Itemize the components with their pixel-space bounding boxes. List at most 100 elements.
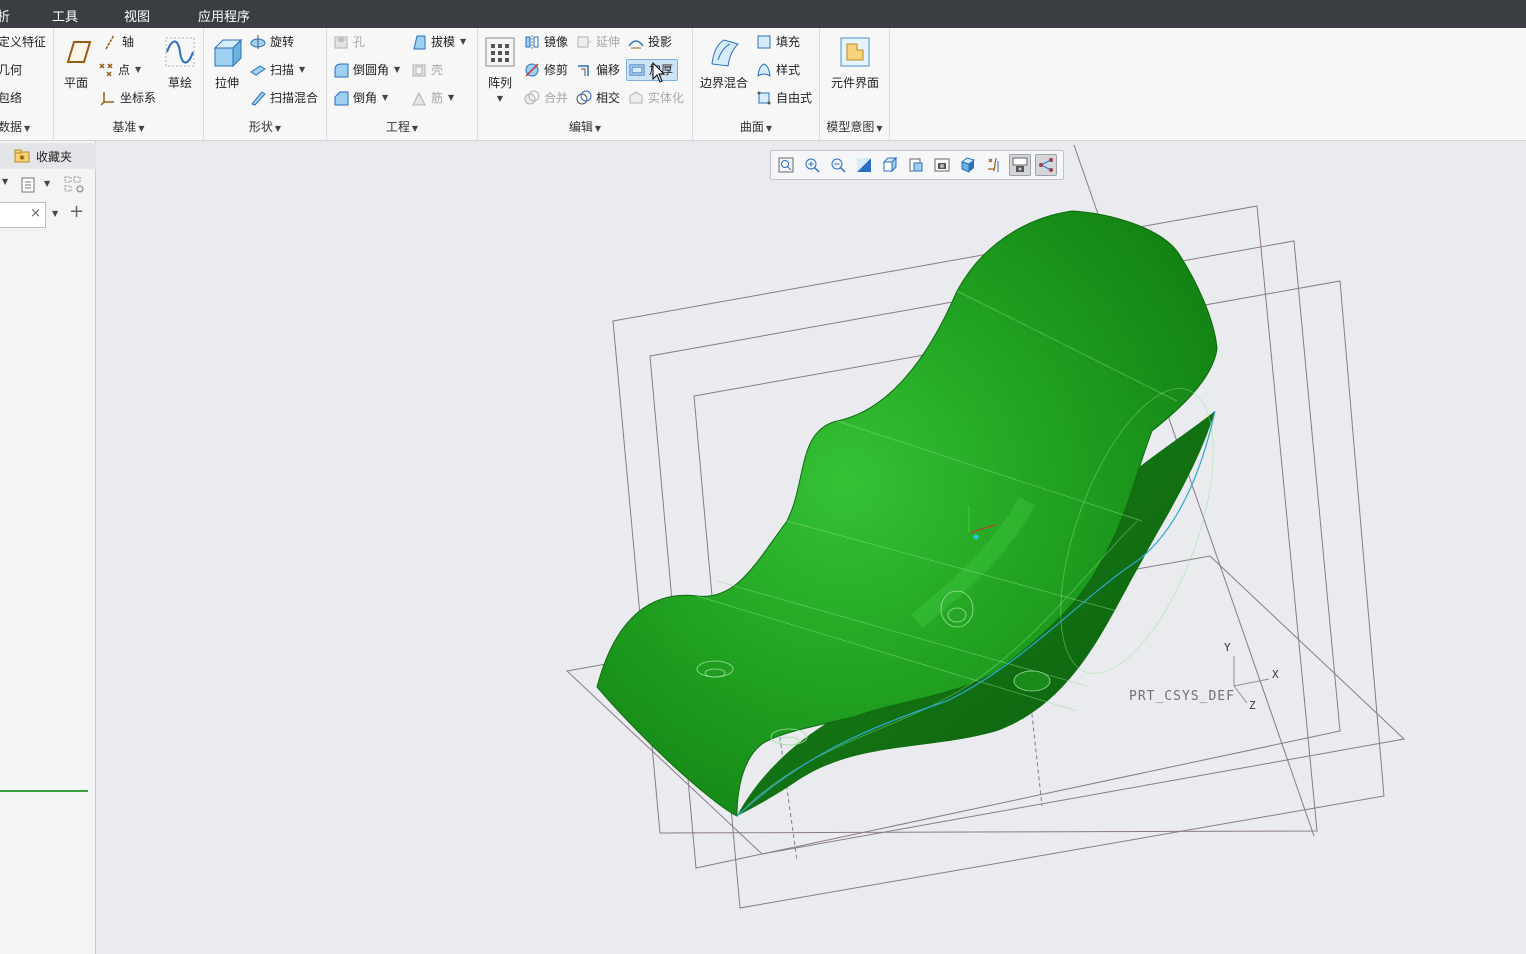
clear-search-icon[interactable]: × — [30, 206, 41, 221]
group-label-datum[interactable]: 基准 ▼ — [54, 118, 203, 135]
mirror-button[interactable]: 镜像 — [524, 31, 568, 53]
extend-button[interactable]: 延伸 — [576, 31, 620, 53]
intersect-button[interactable]: 相交 — [576, 87, 620, 109]
datum-display-filters-button[interactable] — [983, 154, 1005, 176]
intersect-icon — [576, 90, 592, 105]
offset-button[interactable]: 偏移 — [576, 59, 620, 81]
pattern-label: 阵列 — [487, 76, 512, 90]
boundary-blend-label: 边界混合 — [699, 76, 748, 90]
rib-icon — [412, 91, 426, 106]
favorites-tab[interactable]: ✱ 收藏夹 — [0, 143, 96, 169]
round-button[interactable]: 倒圆角 ▼ — [333, 59, 400, 81]
zoom-in-button[interactable] — [801, 154, 823, 176]
model-tree-search-input[interactable]: × — [0, 202, 46, 228]
tree-dropdown-icon[interactable]: ▼ — [2, 177, 8, 186]
pattern-icon — [485, 37, 515, 67]
saved-orientations-button[interactable] — [879, 154, 901, 176]
group-shapes: 拉伸 旋转 扫描 ▼ 扫描混合 形状 ▼ — [204, 28, 327, 141]
draft-button[interactable]: 拔模 ▼ — [411, 31, 466, 53]
revolve-icon — [250, 35, 266, 49]
trim-button[interactable]: 修剪 — [524, 59, 568, 81]
draft-icon — [413, 35, 426, 50]
zoom-in-icon — [805, 158, 820, 173]
group-label-model-intent[interactable]: 模型意图 ▼ — [820, 118, 889, 135]
csys-button[interactable]: 坐标系 — [100, 87, 156, 109]
component-interface-button[interactable]: 元件界面 — [826, 36, 884, 91]
sketch-button[interactable]: 草绘 — [164, 36, 196, 91]
graphics-viewport[interactable]: PRT_CSYS_DEF Y X Z — [97, 141, 1526, 954]
perspective-view-button[interactable] — [931, 154, 953, 176]
boundary-blend-button[interactable]: 边界混合 — [699, 36, 749, 91]
hole-icon — [334, 36, 348, 49]
hole-button[interactable]: 孔 — [333, 31, 365, 53]
boundary-blend-icon — [711, 39, 739, 67]
menu-view[interactable]: 视图 — [124, 6, 150, 25]
plane-label: 平面 — [63, 76, 88, 90]
favorites-label: 收藏夹 — [36, 149, 73, 164]
graphics-toolbar — [770, 150, 1064, 180]
merge-icon — [524, 90, 540, 105]
group-label-editing[interactable]: 编辑 ▼ — [478, 118, 692, 135]
mouse-cursor-icon — [652, 62, 666, 83]
tree-settings-dropdown-icon[interactable]: ▼ — [44, 179, 50, 188]
freestyle-button[interactable]: 自由式 — [756, 87, 812, 109]
csys-triad — [1233, 656, 1270, 704]
plane-icon — [66, 41, 92, 63]
view-manager-button[interactable] — [905, 154, 927, 176]
sweep-button[interactable]: 扫描 ▼ — [250, 59, 305, 81]
annotation-display-button[interactable] — [1035, 154, 1057, 176]
sweep-icon — [250, 65, 266, 76]
user-defined-feature-button[interactable]: 定义特征 — [0, 31, 46, 53]
tree-settings-icon[interactable] — [20, 177, 36, 193]
display-style-icon — [960, 157, 976, 173]
axis-z-label: Z — [1249, 699, 1256, 712]
group-label-get-data[interactable]: 数据 ▼ — [0, 118, 53, 135]
model-view[interactable] — [97, 141, 1526, 954]
revolve-button[interactable]: 旋转 — [250, 31, 294, 53]
thicken-icon — [629, 64, 645, 76]
merge-button[interactable]: 合并 — [524, 87, 568, 109]
point-button[interactable]: 点 ▼ — [98, 59, 141, 81]
solidify-icon — [629, 91, 643, 104]
style-button[interactable]: 样式 — [756, 59, 800, 81]
menu-tools[interactable]: 工具 — [52, 6, 78, 25]
zoom-out-icon — [831, 158, 846, 173]
show-filter-icon[interactable] — [64, 176, 86, 194]
zoom-out-button[interactable] — [827, 154, 849, 176]
pattern-button[interactable]: 阵列 ▼ — [484, 36, 516, 103]
add-icon[interactable]: + — [69, 201, 84, 222]
pattern-dropdown-icon[interactable]: ▼ — [484, 94, 516, 103]
search-dropdown-icon[interactable]: ▼ — [52, 209, 58, 218]
spin-center-icon — [1012, 157, 1028, 172]
component-interface-icon — [840, 37, 870, 67]
rib-button[interactable]: 筋 ▼ — [411, 87, 454, 109]
group-label-surfaces[interactable]: 曲面 ▼ — [693, 118, 819, 135]
csys-label: PRT_CSYS_DEF — [1129, 689, 1235, 704]
group-datum: 平面 轴 点 ▼ 坐标系 草绘 基准 ▼ — [54, 28, 204, 141]
axis-icon — [105, 34, 115, 50]
solidify-button[interactable]: 实体化 — [628, 87, 684, 109]
group-label-engineering[interactable]: 工程 ▼ — [327, 118, 477, 135]
shrinkwrap-button[interactable]: 包络 — [0, 87, 22, 109]
fill-button[interactable]: 填充 — [756, 31, 800, 53]
menu-analysis[interactable]: 析 — [0, 6, 10, 25]
refit-button[interactable] — [775, 154, 797, 176]
swept-blend-button[interactable]: 扫描混合 — [250, 87, 318, 109]
axis-button[interactable]: 轴 — [102, 31, 134, 53]
freestyle-icon — [757, 91, 771, 105]
datum-display-filters-icon — [988, 157, 999, 172]
shell-button[interactable]: 壳 — [411, 59, 443, 81]
extrude-button[interactable]: 拉伸 — [211, 36, 243, 91]
repaint-button[interactable] — [853, 154, 875, 176]
project-button[interactable]: 投影 — [628, 31, 672, 53]
chamfer-button[interactable]: 倒角 ▼ — [333, 87, 388, 109]
repaint-icon — [857, 158, 871, 172]
spin-center-button[interactable] — [1009, 154, 1031, 176]
group-label-shapes[interactable]: 形状 ▼ — [204, 118, 326, 135]
display-style-button[interactable] — [957, 154, 979, 176]
extend-icon — [577, 36, 591, 48]
plane-button[interactable]: 平面 — [60, 36, 92, 91]
menu-applications[interactable]: 应用程序 — [198, 6, 250, 25]
copy-geometry-button[interactable]: 几何 — [0, 59, 22, 81]
chamfer-icon — [334, 91, 349, 106]
